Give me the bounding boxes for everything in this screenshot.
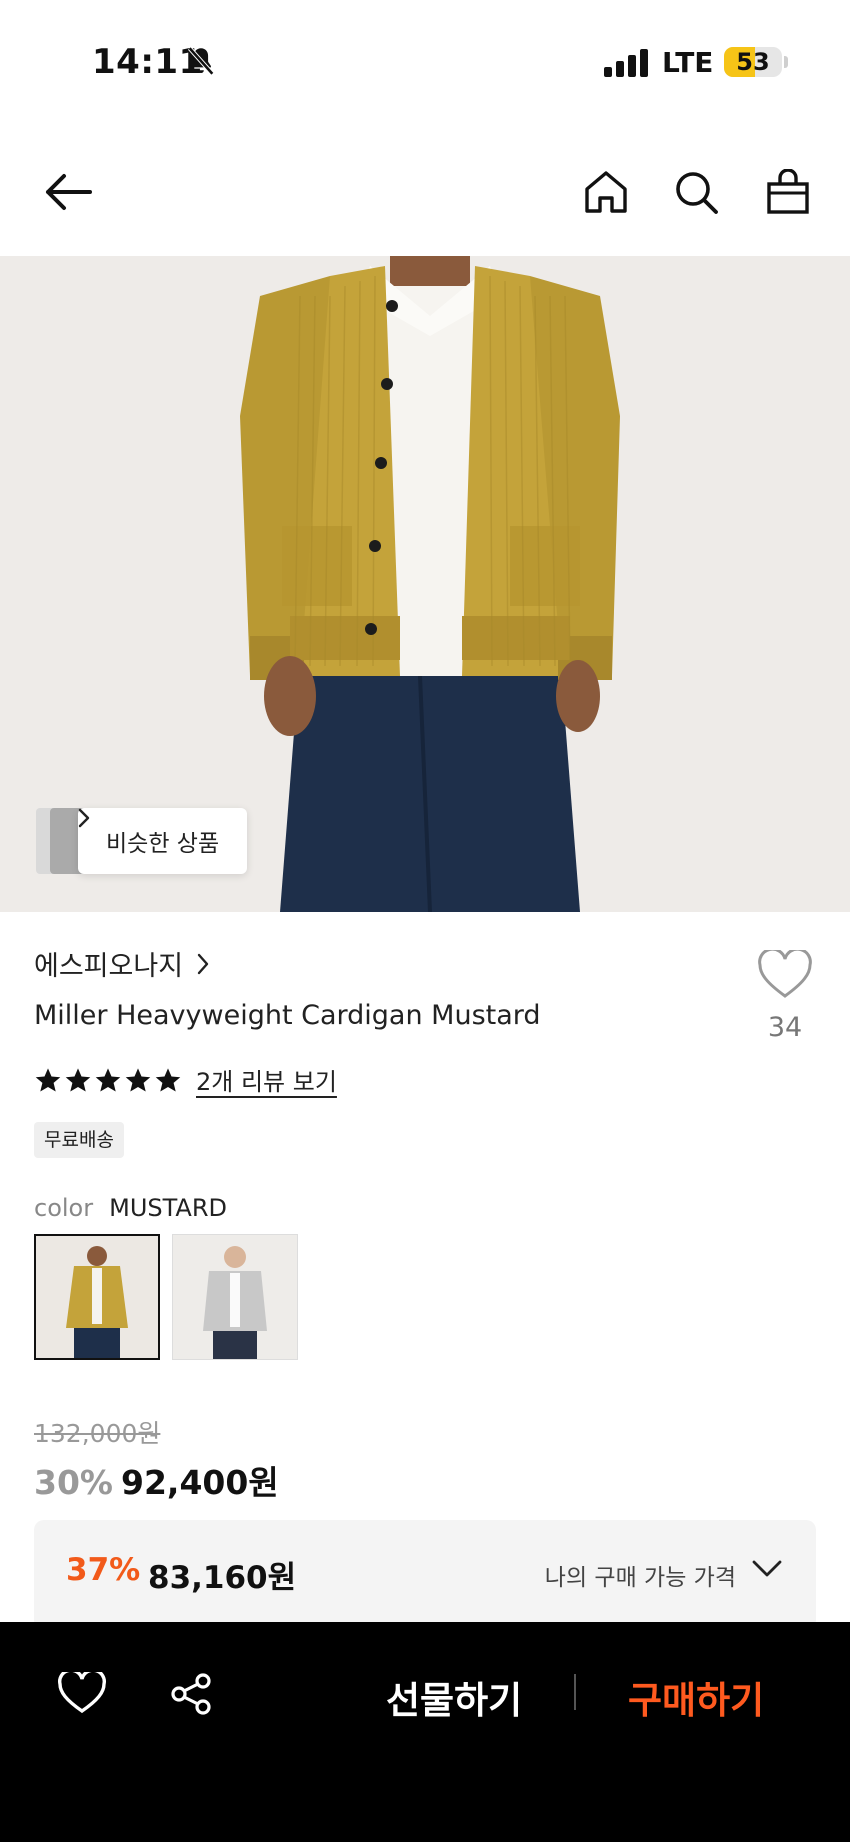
shopping-bag-icon [767, 169, 809, 214]
similar-products-button[interactable]: 비슷한 상품 [78, 808, 248, 874]
heart-icon [758, 947, 812, 998]
review-link[interactable]: 2개 리뷰 보기 [196, 1062, 337, 1097]
signal-icon [604, 49, 648, 77]
discount-rate: 30% [34, 1463, 113, 1502]
back-arrow-icon [46, 174, 92, 210]
like-count: 34 [767, 1012, 803, 1043]
battery-tip [784, 56, 788, 68]
chevron-right-icon [78, 808, 90, 828]
star-icon [65, 1067, 91, 1092]
color-row: color MUSTARD [34, 1194, 227, 1222]
top-nav [0, 150, 850, 234]
my-discount-rate: 37% [66, 1552, 141, 1588]
gift-button[interactable]: 선물하기 [386, 1670, 522, 1724]
color-swatch-mustard[interactable] [34, 1234, 160, 1360]
star-rating [34, 1066, 182, 1094]
color-label: color [34, 1194, 94, 1222]
my-price-label: 나의 구매 가능 가격 [544, 1565, 736, 1591]
swatch-image [36, 1236, 158, 1358]
my-price-panel[interactable]: 37% 83,160원 나의 구매 가능 가격 [34, 1520, 816, 1630]
bottom-action-bar: 선물하기 구매하기 [0, 1622, 850, 1842]
bell-muted-icon [187, 46, 215, 76]
star-icon [95, 1067, 121, 1092]
back-button[interactable] [42, 166, 94, 218]
share-icon [171, 1673, 211, 1715]
brand-name: 에스피오나지 [34, 951, 184, 982]
star-icon [125, 1067, 151, 1092]
divider [574, 1674, 576, 1710]
star-icon [155, 1067, 181, 1092]
product-title: Miller Heavyweight Cardigan Mustard [34, 1000, 541, 1031]
heart-icon [58, 1668, 106, 1714]
original-price: 132,000원 [34, 1419, 161, 1448]
chevron-right-icon [197, 953, 209, 974]
chevron-down-icon [752, 1560, 782, 1577]
price-row: 30% 92,400원 [34, 1456, 279, 1504]
color-value: MUSTARD [109, 1194, 227, 1222]
free-shipping-badge: 무료배송 [34, 1122, 124, 1158]
product-image[interactable]: 비슷한 상품 [0, 256, 850, 912]
cart-button[interactable] [762, 166, 814, 218]
home-button[interactable] [580, 166, 632, 218]
like-button[interactable]: 34 [752, 947, 818, 1043]
similar-products-label: 비슷한 상품 [106, 831, 220, 857]
swatch-image [173, 1235, 297, 1359]
home-icon [585, 171, 627, 213]
search-icon [676, 172, 718, 214]
status-bar: 14:11 LTE 53 [0, 0, 850, 130]
buy-button[interactable]: 구매하기 [628, 1670, 764, 1724]
battery-percent: 53 [736, 48, 770, 76]
rating-row: 2개 리뷰 보기 [34, 1062, 337, 1097]
sale-price: 92,400원 [121, 1463, 279, 1502]
battery-icon: 53 [724, 47, 782, 77]
share-button[interactable] [170, 1672, 214, 1720]
star-icon [35, 1067, 61, 1092]
search-button[interactable] [670, 166, 722, 218]
my-price-amount: 83,160원 [148, 1560, 297, 1596]
color-swatch-grey[interactable] [172, 1234, 298, 1360]
network-label: LTE [662, 46, 714, 79]
brand-link[interactable]: 에스피오나지 [34, 944, 209, 983]
wishlist-button[interactable] [58, 1668, 106, 1718]
